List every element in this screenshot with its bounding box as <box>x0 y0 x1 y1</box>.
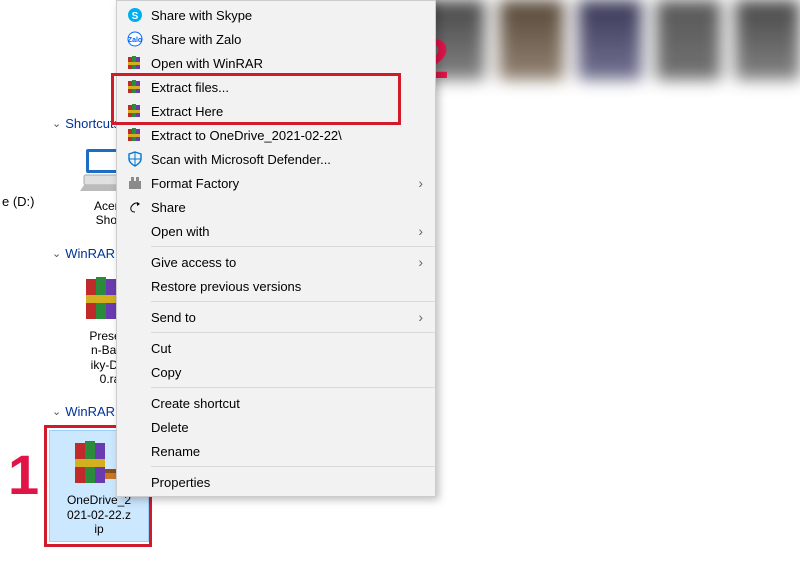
menu-separator <box>151 387 435 388</box>
winrar-icon <box>125 55 145 71</box>
menu-separator <box>151 301 435 302</box>
share-icon <box>125 199 145 215</box>
blurred-thumb <box>735 0 800 80</box>
menu-item-label: Copy <box>151 365 181 380</box>
menu-give-access-to[interactable]: Give access to › <box>117 250 435 274</box>
menu-extract-to[interactable]: Extract to OneDrive_2021-02-22\ <box>117 123 435 147</box>
chevron-down-icon: ⌄ <box>52 117 61 130</box>
menu-extract-files[interactable]: Extract files... <box>117 75 435 99</box>
menu-open-with[interactable]: Open with › <box>117 219 435 243</box>
drive-label: e (D:) <box>0 194 35 209</box>
group-header-label: Shortcuts <box>65 116 120 131</box>
menu-share-zalo[interactable]: Zalo Share with Zalo <box>117 27 435 51</box>
defender-shield-icon <box>125 151 145 167</box>
menu-restore-versions[interactable]: Restore previous versions <box>117 274 435 298</box>
menu-separator <box>151 246 435 247</box>
blurred-thumb <box>578 0 643 80</box>
menu-item-label: Give access to <box>151 255 236 270</box>
winrar-icon <box>125 127 145 143</box>
blurred-thumbnail-row <box>420 0 800 90</box>
menu-item-label: Scan with Microsoft Defender... <box>151 152 331 167</box>
menu-cut[interactable]: Cut <box>117 336 435 360</box>
menu-item-label: Create shortcut <box>151 396 240 411</box>
menu-item-label: Open with <box>151 224 210 239</box>
menu-separator <box>151 466 435 467</box>
menu-scan-defender[interactable]: Scan with Microsoft Defender... <box>117 147 435 171</box>
menu-item-label: Restore previous versions <box>151 279 301 294</box>
menu-item-label: Delete <box>151 420 189 435</box>
menu-open-winrar[interactable]: Open with WinRAR <box>117 51 435 75</box>
menu-share-skype[interactable]: S Share with Skype <box>117 3 435 27</box>
context-menu: S Share with Skype Zalo Share with Zalo … <box>116 0 436 497</box>
submenu-arrow-icon: › <box>418 223 423 239</box>
menu-share[interactable]: Share <box>117 195 435 219</box>
zalo-icon: Zalo <box>125 31 145 47</box>
blurred-thumb <box>656 0 721 80</box>
menu-send-to[interactable]: Send to › <box>117 305 435 329</box>
group-header-label: WinRAR <box>65 404 115 419</box>
menu-item-label: Open with WinRAR <box>151 56 263 71</box>
chevron-down-icon: ⌄ <box>52 247 61 260</box>
svg-text:S: S <box>132 11 139 22</box>
menu-item-label: Send to <box>151 310 196 325</box>
menu-item-label: Share <box>151 200 186 215</box>
svg-text:Zalo: Zalo <box>128 37 142 44</box>
file-item-label: OneDrive_2 021-02-22.z ip <box>67 493 131 536</box>
skype-icon: S <box>125 7 145 23</box>
menu-item-label: Extract Here <box>151 104 223 119</box>
group-header-label: WinRAR <box>65 246 115 261</box>
annotation-number-1: 1 <box>8 442 39 507</box>
menu-item-label: Rename <box>151 444 200 459</box>
menu-format-factory[interactable]: Format Factory › <box>117 171 435 195</box>
format-factory-icon <box>125 175 145 191</box>
submenu-arrow-icon: › <box>418 175 423 191</box>
blurred-thumb <box>499 0 564 80</box>
menu-properties[interactable]: Properties <box>117 470 435 494</box>
menu-item-label: Extract files... <box>151 80 229 95</box>
submenu-arrow-icon: › <box>418 309 423 325</box>
menu-copy[interactable]: Copy <box>117 360 435 384</box>
menu-item-label: Share with Skype <box>151 8 252 23</box>
menu-extract-here[interactable]: Extract Here <box>117 99 435 123</box>
menu-item-label: Format Factory <box>151 176 239 191</box>
menu-item-label: Extract to OneDrive_2021-02-22\ <box>151 128 342 143</box>
menu-create-shortcut[interactable]: Create shortcut <box>117 391 435 415</box>
menu-item-label: Cut <box>151 341 171 356</box>
menu-item-label: Properties <box>151 475 210 490</box>
chevron-down-icon: ⌄ <box>52 405 61 418</box>
winrar-icon <box>125 103 145 119</box>
menu-separator <box>151 332 435 333</box>
menu-delete[interactable]: Delete <box>117 415 435 439</box>
submenu-arrow-icon: › <box>418 254 423 270</box>
menu-item-label: Share with Zalo <box>151 32 241 47</box>
winrar-icon <box>125 79 145 95</box>
menu-rename[interactable]: Rename <box>117 439 435 463</box>
